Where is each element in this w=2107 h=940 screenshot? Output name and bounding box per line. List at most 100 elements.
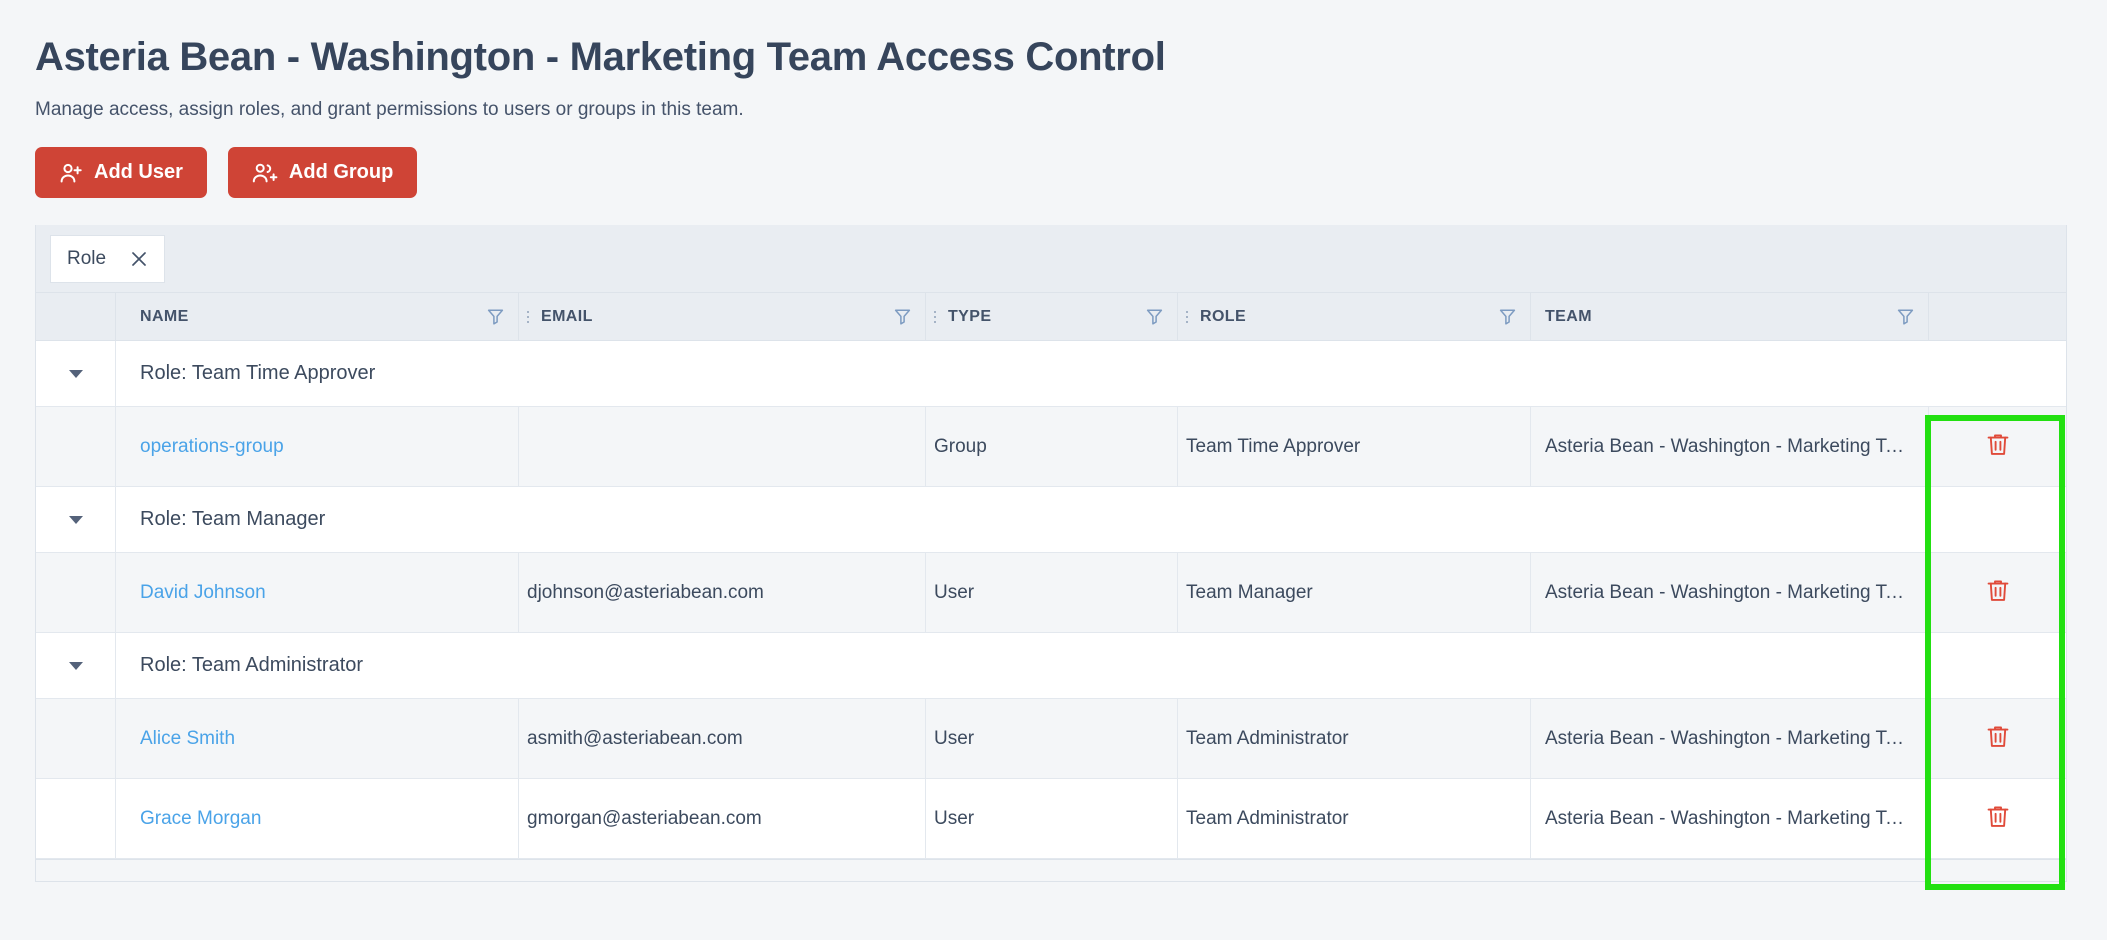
group-collapse-toggle[interactable]	[36, 341, 116, 406]
page-subtitle: Manage access, assign roles, and grant p…	[35, 99, 744, 120]
row-email-value: djohnson@asteriabean.com	[527, 581, 764, 603]
row-team-value: Asteria Bean - Washington - Marketing Te…	[1545, 727, 1914, 749]
row-name-cell: Grace Morgan	[116, 779, 519, 858]
header-actions-column	[1929, 293, 2066, 340]
row-email-cell	[519, 407, 926, 486]
row-role-value: Team Time Approver	[1186, 435, 1361, 457]
row-expander-cell	[36, 779, 116, 858]
row-name-link[interactable]: operations-group	[140, 436, 284, 458]
header-expander-column	[36, 293, 116, 340]
row-role-value: Team Administrator	[1186, 807, 1349, 829]
trash-icon	[1986, 724, 2010, 753]
trash-icon	[1986, 578, 2010, 607]
delete-row-button[interactable]	[1982, 574, 2014, 611]
row-name-link[interactable]: Alice Smith	[140, 728, 235, 750]
row-team-value: Asteria Bean - Washington - Marketing Te…	[1545, 435, 1914, 457]
row-expander-cell	[36, 407, 116, 486]
filter-funnel-icon[interactable]	[888, 308, 911, 325]
row-name-link[interactable]: Grace Morgan	[140, 808, 261, 830]
page-title: Asteria Bean - Washington - Marketing Te…	[35, 35, 1166, 79]
group-header-label: Role: Team Time Approver	[140, 362, 376, 384]
header-team-label: TEAM	[1545, 307, 1592, 325]
trash-icon	[1986, 804, 2010, 833]
row-team-value: Asteria Bean - Washington - Marketing Te…	[1545, 807, 1914, 829]
header-type[interactable]: TYPE	[926, 293, 1178, 340]
group-header-label: Role: Team Manager	[140, 508, 326, 530]
row-actions-cell	[1929, 407, 2066, 486]
trash-icon	[1986, 432, 2010, 461]
group-by-chip-role[interactable]: Role	[50, 234, 166, 283]
group-collapse-toggle[interactable]	[36, 633, 116, 698]
row-type-cell: User	[926, 779, 1178, 858]
table-row[interactable]: Grace Morgan gmorgan@asteriabean.com Use…	[36, 779, 2066, 859]
table-row[interactable]: David Johnson djohnson@asteriabean.com U…	[36, 553, 2066, 633]
row-team-cell: Asteria Bean - Washington - Marketing Te…	[1531, 779, 1929, 858]
row-expander-cell	[36, 553, 116, 632]
access-control-table: Role NAME EMAIL TYPE ROLE TEAM Role: Tea…	[35, 225, 2067, 882]
row-expander-cell	[36, 699, 116, 778]
row-type-cell: Group	[926, 407, 1178, 486]
action-toolbar: Add User Add Group	[35, 147, 2107, 198]
delete-row-button[interactable]	[1982, 720, 2014, 757]
delete-row-button[interactable]	[1982, 428, 2014, 465]
filter-funnel-icon[interactable]	[481, 308, 504, 325]
table-row[interactable]: operations-group Group Team Time Approve…	[36, 407, 2066, 487]
row-role-cell: Team Time Approver	[1178, 407, 1531, 486]
chevron-down-icon	[68, 369, 83, 378]
table-header-row: NAME EMAIL TYPE ROLE TEAM	[36, 293, 2066, 341]
header-name-label: NAME	[140, 307, 189, 325]
row-name-link[interactable]: David Johnson	[140, 582, 266, 604]
column-drag-handle-icon[interactable]	[926, 310, 944, 323]
filter-funnel-icon[interactable]	[1493, 308, 1516, 325]
filter-funnel-icon[interactable]	[1140, 308, 1163, 325]
group-collapse-toggle[interactable]	[36, 487, 116, 552]
column-drag-handle-icon[interactable]	[1178, 310, 1196, 323]
person-plus-icon	[59, 161, 83, 185]
filter-funnel-icon[interactable]	[1891, 308, 1914, 325]
row-team-cell: Asteria Bean - Washington - Marketing Te…	[1531, 553, 1929, 632]
row-type-value: User	[934, 727, 975, 749]
people-plus-icon	[252, 161, 278, 185]
group-by-chip-label: Role	[67, 247, 107, 269]
add-group-label: Add Group	[288, 161, 394, 183]
group-header-row[interactable]: Role: Team Manager	[36, 487, 2066, 553]
row-role-cell: Team Administrator	[1178, 699, 1531, 778]
delete-row-button[interactable]	[1982, 800, 2014, 837]
row-name-cell: operations-group	[116, 407, 519, 486]
row-actions-cell	[1929, 553, 2066, 632]
row-name-cell: Alice Smith	[116, 699, 519, 778]
group-header-row[interactable]: Role: Team Administrator	[36, 633, 2066, 699]
row-email-value: asmith@asteriabean.com	[527, 727, 743, 749]
row-email-value: gmorgan@asteriabean.com	[527, 807, 762, 829]
row-type-value: Group	[934, 435, 987, 457]
header-type-label: TYPE	[948, 307, 992, 325]
add-user-label: Add User	[94, 161, 183, 183]
add-group-button[interactable]: Add Group	[227, 147, 418, 198]
row-role-value: Team Manager	[1186, 581, 1313, 603]
header-team[interactable]: TEAM	[1531, 293, 1929, 340]
header-name[interactable]: NAME	[116, 293, 519, 340]
row-type-value: User	[934, 807, 975, 829]
column-drag-handle-icon[interactable]	[519, 310, 537, 323]
table-row[interactable]: Alice Smith asmith@asteriabean.com User …	[36, 699, 2066, 779]
group-by-bar: Role	[36, 225, 2066, 293]
header-email[interactable]: EMAIL	[519, 293, 926, 340]
header-email-label: EMAIL	[541, 307, 593, 325]
row-team-value: Asteria Bean - Washington - Marketing Te…	[1545, 581, 1914, 603]
chevron-down-icon	[68, 515, 83, 524]
row-actions-cell	[1929, 699, 2066, 778]
row-role-cell: Team Manager	[1178, 553, 1531, 632]
row-team-cell: Asteria Bean - Washington - Marketing Te…	[1531, 407, 1929, 486]
row-team-cell: Asteria Bean - Washington - Marketing Te…	[1531, 699, 1929, 778]
header-role[interactable]: ROLE	[1178, 293, 1531, 340]
row-name-cell: David Johnson	[116, 553, 519, 632]
group-header-label: Role: Team Administrator	[140, 654, 364, 676]
close-icon[interactable]	[128, 248, 150, 270]
row-email-cell: gmorgan@asteriabean.com	[519, 779, 926, 858]
row-type-cell: User	[926, 699, 1178, 778]
group-header-row[interactable]: Role: Team Time Approver	[36, 341, 2066, 407]
row-email-cell: djohnson@asteriabean.com	[519, 553, 926, 632]
row-actions-cell	[1929, 779, 2066, 858]
row-type-cell: User	[926, 553, 1178, 632]
add-user-button[interactable]: Add User	[35, 147, 207, 198]
